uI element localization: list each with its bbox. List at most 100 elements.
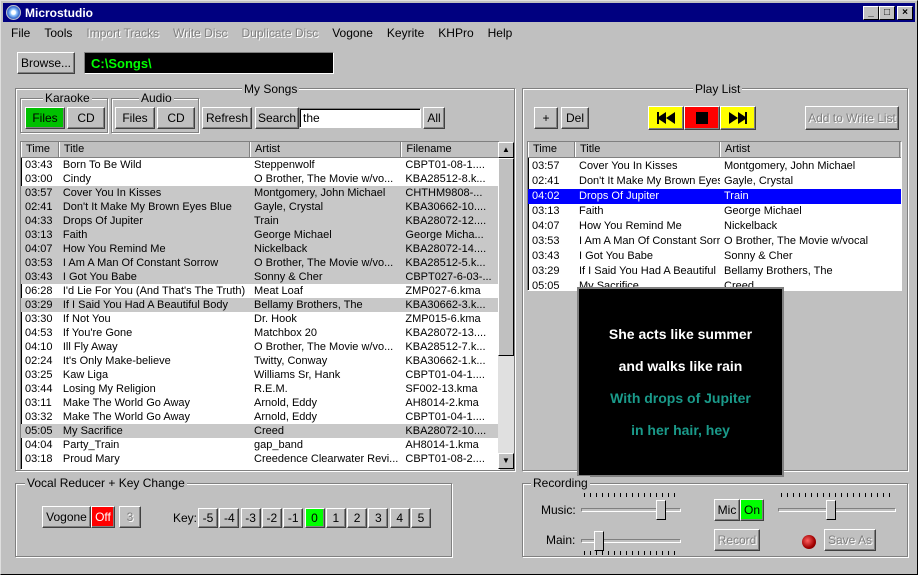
key-button[interactable]: 5 <box>411 508 431 528</box>
song-row[interactable]: 03:57 Cover You In Kisses Montgomery, John… <box>21 186 499 200</box>
song-row[interactable]: 03:44 Losing My Religion R.E.M. SF002-13.km… <box>21 382 499 396</box>
main-label: Main: <box>546 533 576 547</box>
search-button[interactable]: Search <box>255 107 299 129</box>
playlist-row[interactable]: 04:02 Drops Of Jupiter Train <box>528 189 901 204</box>
song-cell-artist: Creed <box>254 425 285 437</box>
playlist-row[interactable]: 04:07 How You Remind Me Nickelback <box>528 219 901 234</box>
playlist-column-time[interactable]: Time <box>528 142 575 157</box>
mic-on-toggle[interactable]: On <box>740 499 764 521</box>
scroll-up-arrow-icon[interactable]: ▲ <box>498 142 514 158</box>
mic-slider-knob[interactable] <box>825 500 836 520</box>
main-slider-knob[interactable] <box>594 531 605 551</box>
key-button[interactable]: 2 <box>347 508 368 528</box>
playlist-row[interactable]: 03:57 Cover You In Kisses Montgomery, John… <box>528 159 901 174</box>
song-row[interactable]: 03:11 Make The World Go Away Arnold, Eddy A… <box>21 396 499 410</box>
key-button[interactable]: 0 <box>304 508 325 528</box>
song-cell-time: 03:18 <box>25 453 53 465</box>
browse-button[interactable]: Browse... <box>17 52 75 74</box>
song-row[interactable]: 04:33 Drops Of Jupiter Train KBA28072-12...… <box>21 214 499 228</box>
playlist-row[interactable]: 03:53 I Am A Man Of Constant Sorro O Broth… <box>528 234 901 249</box>
menu-khpro[interactable]: KHPro <box>430 26 479 40</box>
search-input[interactable]: the <box>299 108 421 128</box>
songs-scrollbar[interactable]: ▲ ▼ <box>498 142 514 469</box>
key-button[interactable]: -4 <box>219 508 240 528</box>
song-row[interactable]: 03:32 Make The World Go Away Arnold, Eddy C… <box>21 410 499 424</box>
playlist-row[interactable]: 03:43 I Got You Babe Sonny & Cher <box>528 249 901 264</box>
mic-slider-track[interactable] <box>778 508 896 512</box>
song-cell-time: 03:25 <box>25 369 53 381</box>
song-row[interactable]: 04:07 How You Remind Me Nickelback KBA28072… <box>21 242 499 256</box>
song-row[interactable]: 03:18 Proud Mary Creedence Clearwater Revi… <box>21 452 499 466</box>
song-row[interactable]: 03:29 If I Said You Had A Beautiful Body B… <box>21 298 499 312</box>
song-row[interactable]: 03:25 Kaw Liga Williams Sr, Hank CBPT01-04-… <box>21 368 499 382</box>
songs-column-time[interactable]: Time <box>21 142 59 157</box>
song-row[interactable]: 04:53 If You're Gone Matchbox 20 KBA28072-1… <box>21 326 499 340</box>
song-row[interactable]: 04:04 Party_Train gap_band AH8014-1.kma <box>21 438 499 452</box>
menu-keyrite[interactable]: Keyrite <box>379 26 430 40</box>
menu-help[interactable]: Help <box>480 26 519 40</box>
playlist-column-title[interactable]: Title <box>575 142 720 157</box>
song-row[interactable]: 03:43 I Got You Babe Sonny & Cher CBPT027-6… <box>21 270 499 284</box>
key-button[interactable]: 1 <box>325 508 346 528</box>
audio-cd-button[interactable]: CD <box>157 107 195 129</box>
menu-file[interactable]: File <box>3 26 36 40</box>
song-cell-title: How You Remind Me <box>62 243 166 255</box>
menu-vogone[interactable]: Vogone <box>324 26 379 40</box>
playlist-cell-time: 04:07 <box>532 220 560 232</box>
scroll-down-arrow-icon[interactable]: ▼ <box>498 453 514 469</box>
song-row[interactable]: 03:00 Cindy O Brother, The Movie w/vo... KB… <box>21 172 499 186</box>
song-cell-filename: CBPT027-6-03-... <box>405 271 492 283</box>
song-cell-artist: Gayle, Crystal <box>254 201 324 213</box>
playlist-column-artist[interactable]: Artist <box>720 142 900 157</box>
maximize-button[interactable]: □ <box>879 6 895 20</box>
audio-files-button[interactable]: Files <box>115 107 155 129</box>
vogone-off-toggle[interactable]: Off <box>91 506 115 528</box>
playlist-add-button[interactable]: + <box>534 107 558 129</box>
song-row[interactable]: 05:05 My Sacrifice Creed KBA28072-10.... <box>21 424 499 438</box>
vocal-reducer-title: Vocal Reducer + Key Change <box>25 476 187 490</box>
key-button[interactable]: -5 <box>198 508 218 528</box>
songs-column-filename[interactable]: Filename <box>401 142 499 157</box>
refresh-button[interactable]: Refresh <box>202 107 252 129</box>
playlist-row[interactable]: 03:29 If I Said You Had A Beautiful Bellam… <box>528 264 901 279</box>
previous-track-button[interactable] <box>648 106 684 130</box>
close-button[interactable]: × <box>897 6 913 20</box>
music-slider-track[interactable] <box>581 508 681 512</box>
vogone-button[interactable]: Vogone <box>42 506 91 528</box>
song-row[interactable]: 03:13 Faith George Michael George Micha... <box>21 228 499 242</box>
show-all-button[interactable]: All <box>423 107 445 129</box>
karaoke-files-button[interactable]: Files <box>25 107 65 129</box>
playlist-row[interactable]: 02:41 Don't It Make My Brown Eyes Gayle, C… <box>528 174 901 189</box>
songs-column-artist[interactable]: Artist <box>250 142 402 157</box>
key-button[interactable]: 3 <box>368 508 389 528</box>
music-slider-knob[interactable] <box>655 500 666 520</box>
key-button[interactable]: -2 <box>261 508 282 528</box>
song-row[interactable]: 02:24 It's Only Make-believe Twitty, Conwa… <box>21 354 499 368</box>
menu-tools[interactable]: Tools <box>36 26 78 40</box>
songs-column-title[interactable]: Title <box>58 142 251 157</box>
playlist-cell-title: Don't It Make My Brown Eyes <box>579 175 720 187</box>
next-track-button[interactable] <box>720 106 756 130</box>
songs-path-display: C:\Songs\ <box>84 52 334 74</box>
main-window: Microstudio _ □ × File Tools Import Tracks… <box>0 0 918 575</box>
song-row[interactable]: 04:10 Ill Fly Away O Brother, The Movie w/… <box>21 340 499 354</box>
key-button[interactable]: -1 <box>283 508 304 528</box>
key-button[interactable]: -3 <box>240 508 261 528</box>
song-row[interactable]: 02:41 Don't It Make My Brown Eyes Blue Gay… <box>21 200 499 214</box>
song-cell-artist: Meat Loaf <box>254 285 303 297</box>
song-row[interactable]: 06:28 I'd Lie For You (And That's The Tru… <box>21 284 499 298</box>
key-button[interactable]: 4 <box>389 508 410 528</box>
stop-button[interactable] <box>684 106 720 130</box>
playlist-list[interactable]: Time Title Artist 03:57 Cover You In Kisses… <box>527 141 902 291</box>
mic-button[interactable]: Mic <box>714 499 740 521</box>
minimize-button[interactable]: _ <box>863 6 879 20</box>
stop-icon <box>696 112 708 124</box>
karaoke-cd-button[interactable]: CD <box>67 107 105 129</box>
playlist-delete-button[interactable]: Del <box>561 107 589 129</box>
playlist-row[interactable]: 03:13 Faith George Michael <box>528 204 901 219</box>
scroll-thumb[interactable] <box>498 158 514 356</box>
song-row[interactable]: 03:43 Born To Be Wild Steppenwolf CBPT01-08… <box>21 158 499 172</box>
song-row[interactable]: 03:30 If Not You Dr. Hook ZMP015-6.kma <box>21 312 499 326</box>
song-row[interactable]: 03:53 I Am A Man Of Constant Sorrow O Brot… <box>21 256 499 270</box>
songs-list[interactable]: Time Title Artist Filename 03:43 Born To Be … <box>20 141 500 470</box>
